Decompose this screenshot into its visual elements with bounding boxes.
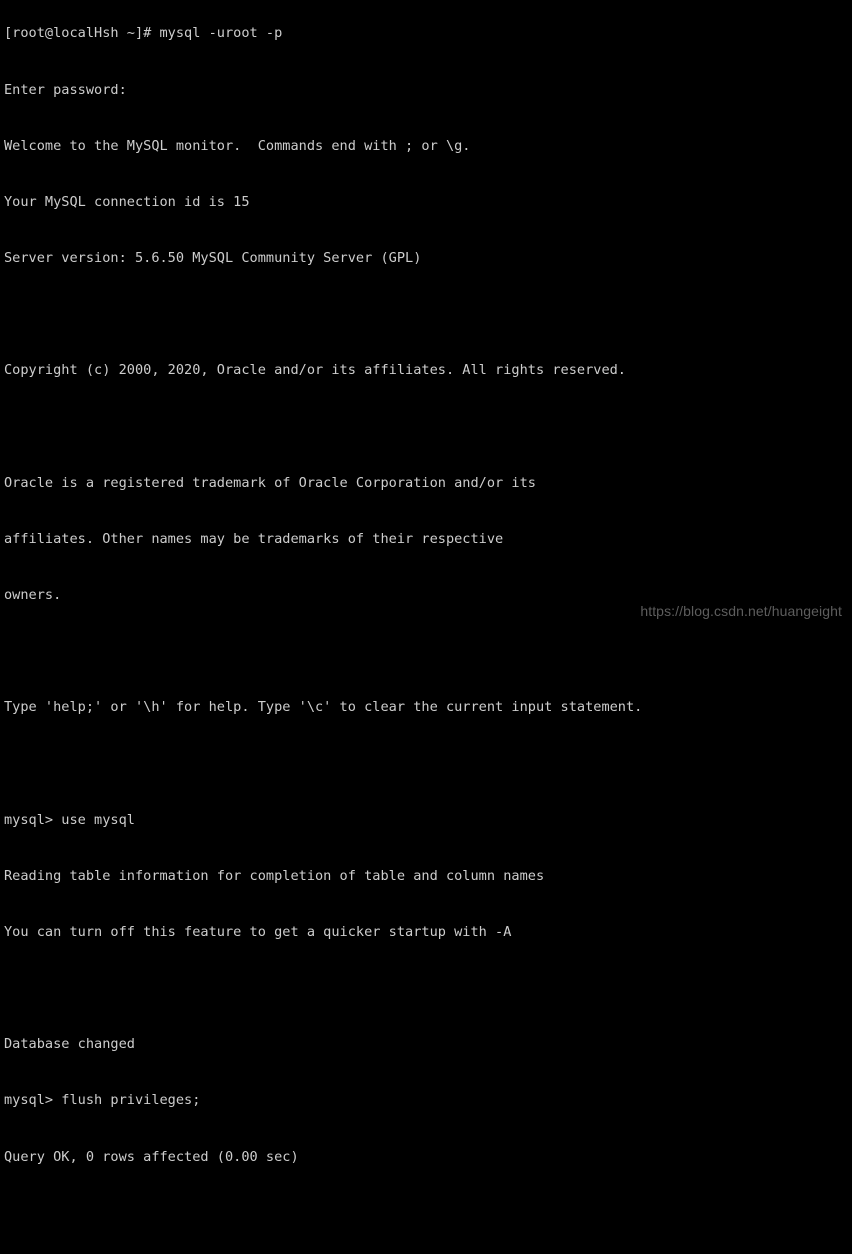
terminal-line: Oracle is a registered trademark of Orac… (4, 474, 536, 491)
terminal-line: mysql> flush privileges; (4, 1092, 201, 1109)
terminal-output: [root@localHsh ~]# mysql -uroot -p Enter… (4, 0, 852, 1254)
terminal-line: owners. (4, 587, 62, 603)
terminal-line: Your MySQL connection id is 15 (4, 193, 250, 210)
terminal-line: Copyright (c) 2000, 2020, Oracle and/or … (4, 362, 626, 379)
terminal-line: Database changed (4, 1036, 135, 1053)
terminal-line: Type 'help;' or '\h' for help. Type '\c'… (4, 699, 643, 716)
terminal-line: Query OK, 0 rows affected (0.00 sec) (4, 1148, 299, 1165)
terminal-line: [root@localHsh ~]# mysql -uroot -p (4, 25, 283, 42)
terminal-line: Server version: 5.6.50 MySQL Community S… (4, 250, 422, 267)
terminal-line: You can turn off this feature to get a q… (4, 923, 512, 940)
terminal-line: Welcome to the MySQL monitor. Commands e… (4, 137, 471, 154)
terminal-line: Enter password: (4, 81, 127, 98)
terminal-line: Reading table information for completion… (4, 867, 545, 884)
terminal-window[interactable]: [root@localHsh ~]# mysql -uroot -p Enter… (0, 0, 852, 1165)
terminal-line: affiliates. Other names may be trademark… (4, 530, 504, 547)
terminal-line: mysql> use mysql (4, 811, 135, 828)
watermark-url: https://blog.csdn.net/huangeight (640, 603, 842, 619)
